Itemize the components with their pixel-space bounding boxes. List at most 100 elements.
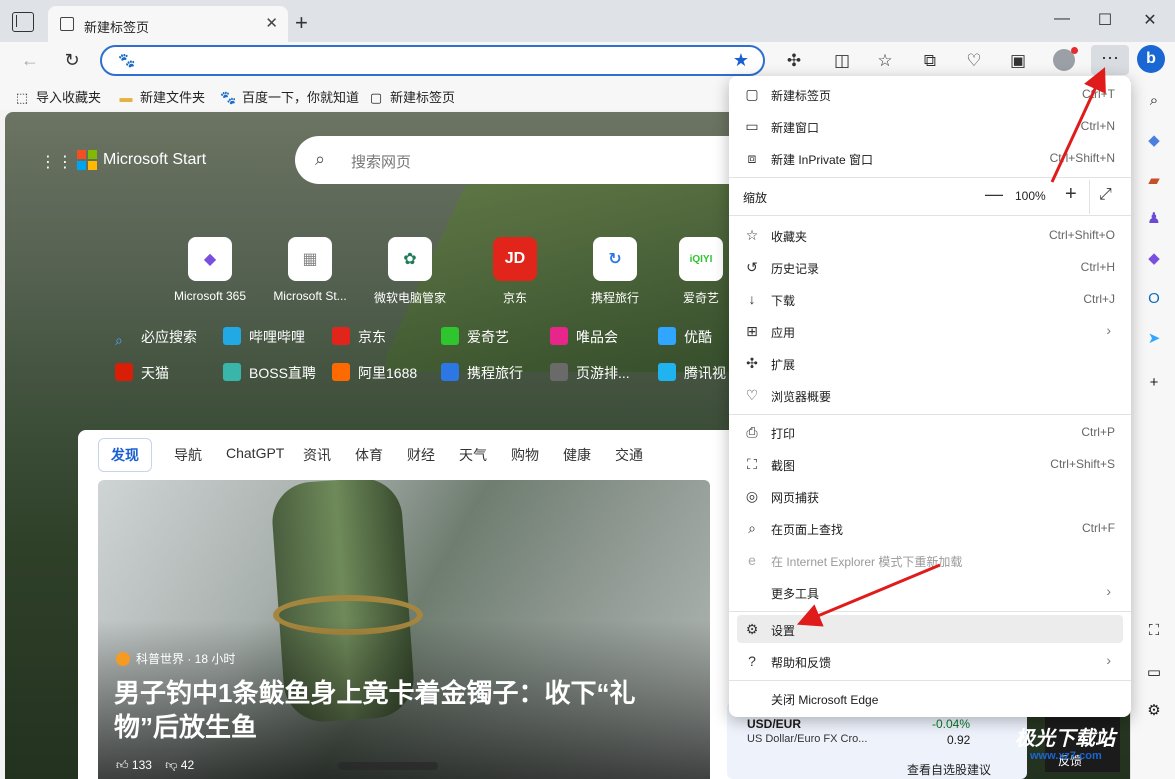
menu-item-browser-essentials[interactable]: ♡ 浏览器概要 <box>737 381 1123 409</box>
quick-link-tile[interactable]: ↻ 携程旅行 <box>570 237 660 306</box>
top-story-card[interactable]: 科普世界 · 18 小时 男子钓中1条鲅鱼身上竟卡着金镯子：收下“礼物”后放生鱼… <box>98 480 710 779</box>
settings-and-more-button[interactable]: ··· <box>1091 45 1129 75</box>
quick-link-tile[interactable]: ◆ Microsoft 365 <box>165 237 255 303</box>
watchlist-suggestions-link[interactable]: 查看自选股建议 <box>907 761 991 778</box>
favorite-item[interactable]: ⬚ 导入收藏夹 <box>14 87 101 106</box>
feed-tab[interactable]: ChatGPT <box>226 445 284 461</box>
feed-tab[interactable]: 导航 <box>174 445 202 465</box>
source-logo-icon <box>116 652 130 666</box>
tencent-video-icon <box>658 363 676 381</box>
menu-item-print[interactable]: ⎙ 打印 Ctrl+P <box>737 418 1123 446</box>
boss-icon <box>223 363 241 381</box>
menu-item-new-window[interactable]: ▭ 新建窗口 Ctrl+N <box>737 112 1123 140</box>
quick-link-tile[interactable]: iQIYI 爱奇艺 <box>671 237 731 306</box>
vip-icon <box>550 327 568 345</box>
feed-tab[interactable]: 健康 <box>563 445 591 465</box>
feed-tab[interactable]: 财经 <box>407 445 435 465</box>
new-tab-plus-icon[interactable]: + <box>295 10 308 36</box>
feed-tab[interactable]: 资讯 <box>303 445 331 465</box>
outlook-icon[interactable]: O <box>1143 288 1165 310</box>
feed-tab[interactable]: 交通 <box>615 445 643 465</box>
split-screen-icon[interactable]: ◫ <box>830 49 854 73</box>
favorites-list-icon[interactable]: ☆ <box>873 49 897 73</box>
quick-link-tile[interactable]: ✿ 微软电脑管家 <box>365 237 455 306</box>
collections-icon[interactable]: ⧉ <box>918 49 942 73</box>
search-icon[interactable]: ⌕ <box>1143 90 1165 112</box>
customize-sidebar-icon[interactable]: ⚙ <box>1143 700 1165 722</box>
extensions-icon[interactable]: ✣ <box>782 49 806 73</box>
minimize-icon[interactable]: — <box>1052 10 1072 28</box>
site-link[interactable]: 哔哩哔哩 <box>223 327 305 347</box>
dislike-icon[interactable]: 👎︎ <box>165 758 177 772</box>
site-link[interactable]: 页游排... <box>550 363 630 383</box>
close-tab-icon[interactable]: ✕ <box>265 14 278 32</box>
site-link[interactable]: BOSS直聘 <box>223 363 316 383</box>
menu-item-find[interactable]: ⌕ 在页面上查找 Ctrl+F <box>737 514 1123 542</box>
menu-item-settings[interactable]: ⚙ 设置 <box>737 615 1123 643</box>
menu-item-inprivate[interactable]: ⧈ 新建 InPrivate 窗口 Ctrl+Shift+N <box>737 144 1123 172</box>
feed-tab[interactable]: 购物 <box>511 445 539 465</box>
site-link[interactable]: ⌕ 必应搜索 <box>115 327 197 350</box>
site-link[interactable]: 天猫 <box>115 363 169 383</box>
microsoft-365-icon[interactable]: ◆ <box>1143 248 1165 270</box>
browser-essentials-icon[interactable]: ♡ <box>962 49 986 73</box>
feed-tab[interactable]: 体育 <box>355 445 383 465</box>
site-link[interactable]: 优酷 <box>658 327 712 347</box>
screenshot-icon[interactable]: ⛶ <box>1143 620 1165 642</box>
add-icon[interactable]: + <box>1143 372 1165 394</box>
zoom-in-button[interactable]: + <box>1065 183 1077 206</box>
menu-item-screenshot[interactable]: ⛶ 截图 Ctrl+Shift+S <box>737 450 1123 478</box>
send-icon[interactable]: ➤ <box>1143 328 1165 350</box>
sidebar-toggle-icon[interactable]: ▣ <box>1006 49 1030 73</box>
menu-item-downloads[interactable]: ↓ 下载 Ctrl+J <box>737 285 1123 313</box>
site-link[interactable]: 腾讯视 <box>658 363 726 383</box>
menu-item-more-tools[interactable]: 更多工具 › <box>737 578 1123 606</box>
favorite-star-icon[interactable]: ★ <box>733 50 749 71</box>
menu-divider <box>729 611 1131 612</box>
web-search-input[interactable]: ⌕ 搜索网页 <box>295 136 765 184</box>
feed-tab[interactable]: 天气 <box>459 445 487 465</box>
favorite-item[interactable]: ▢ 新建标签页 <box>368 87 455 106</box>
toolbox-icon[interactable]: ▰ <box>1143 170 1165 192</box>
address-bar[interactable]: 🐾 ★ <box>100 45 765 76</box>
favorite-item[interactable]: ▬ 新建文件夹 <box>118 87 206 106</box>
favorite-item[interactable]: 🐾 百度一下，你就知道 <box>220 87 359 106</box>
back-icon[interactable]: ← <box>18 50 42 71</box>
menu-item-close-edge[interactable]: 关闭 Microsoft Edge <box>737 684 1123 712</box>
watermark-url: www.xz7.com <box>1030 750 1102 762</box>
tag-icon[interactable]: ◆ <box>1143 130 1165 152</box>
site-link[interactable]: 阿里1688 <box>332 363 417 383</box>
site-link[interactable]: 唯品会 <box>550 327 618 347</box>
screenshot-icon: ⛶ <box>747 456 757 472</box>
menu-item-history[interactable]: ↺ 历史记录 Ctrl+H <box>737 253 1123 281</box>
refresh-icon[interactable]: ↻ <box>60 50 84 71</box>
menu-item-extensions[interactable]: ✣ 扩展 <box>737 349 1123 377</box>
window-close-icon[interactable]: ✕ <box>1140 10 1160 30</box>
menu-item-web-capture[interactable]: ◎ 网页捕获 <box>737 482 1123 510</box>
profile-avatar[interactable] <box>1053 47 1078 71</box>
menu-item-new-tab[interactable]: ▢ 新建标签页 Ctrl+T <box>737 80 1123 108</box>
tab-new-tab[interactable]: 新建标签页 ✕ <box>48 6 288 42</box>
maximize-icon[interactable]: ☐ <box>1095 10 1115 30</box>
feed-tab-discover[interactable]: 发现 <box>98 438 152 472</box>
story-headline[interactable]: 男子钓中1条鲅鱼身上竟卡着金镯子：收下“礼物”后放生鱼 <box>114 676 694 744</box>
menu-item-help[interactable]: ? 帮助和反馈 › <box>737 647 1123 675</box>
menu-item-apps[interactable]: ⊞ 应用 › <box>737 317 1123 345</box>
site-link[interactable]: 京东 <box>332 327 386 347</box>
sidebar-layout-icon[interactable]: ▭ <box>1143 662 1165 684</box>
bing-search-icon: ⌕ <box>115 332 123 348</box>
bing-copilot-icon[interactable]: b <box>1137 45 1165 73</box>
zoom-out-button[interactable]: — <box>985 184 1003 205</box>
alibaba-1688-icon <box>332 363 350 381</box>
games-icon[interactable]: ♟ <box>1143 208 1165 230</box>
menu-item-favorites[interactable]: ☆ 收藏夹 Ctrl+Shift+O <box>737 221 1123 249</box>
fullscreen-icon[interactable]: ⤢ <box>1099 186 1112 204</box>
carousel-pager[interactable] <box>338 762 438 770</box>
quick-links: ◆ Microsoft 365 ▦ Microsoft St... ✿ 微软电脑管家 … <box>165 237 765 307</box>
site-link[interactable]: 携程旅行 <box>441 363 523 383</box>
like-icon[interactable]: 👍︎ <box>116 758 129 772</box>
tab-actions-icon[interactable] <box>12 12 34 32</box>
quick-link-tile[interactable]: JD 京东 <box>470 237 560 306</box>
quick-link-tile[interactable]: ▦ Microsoft St... <box>265 237 355 303</box>
site-link[interactable]: 爱奇艺 <box>441 327 509 347</box>
